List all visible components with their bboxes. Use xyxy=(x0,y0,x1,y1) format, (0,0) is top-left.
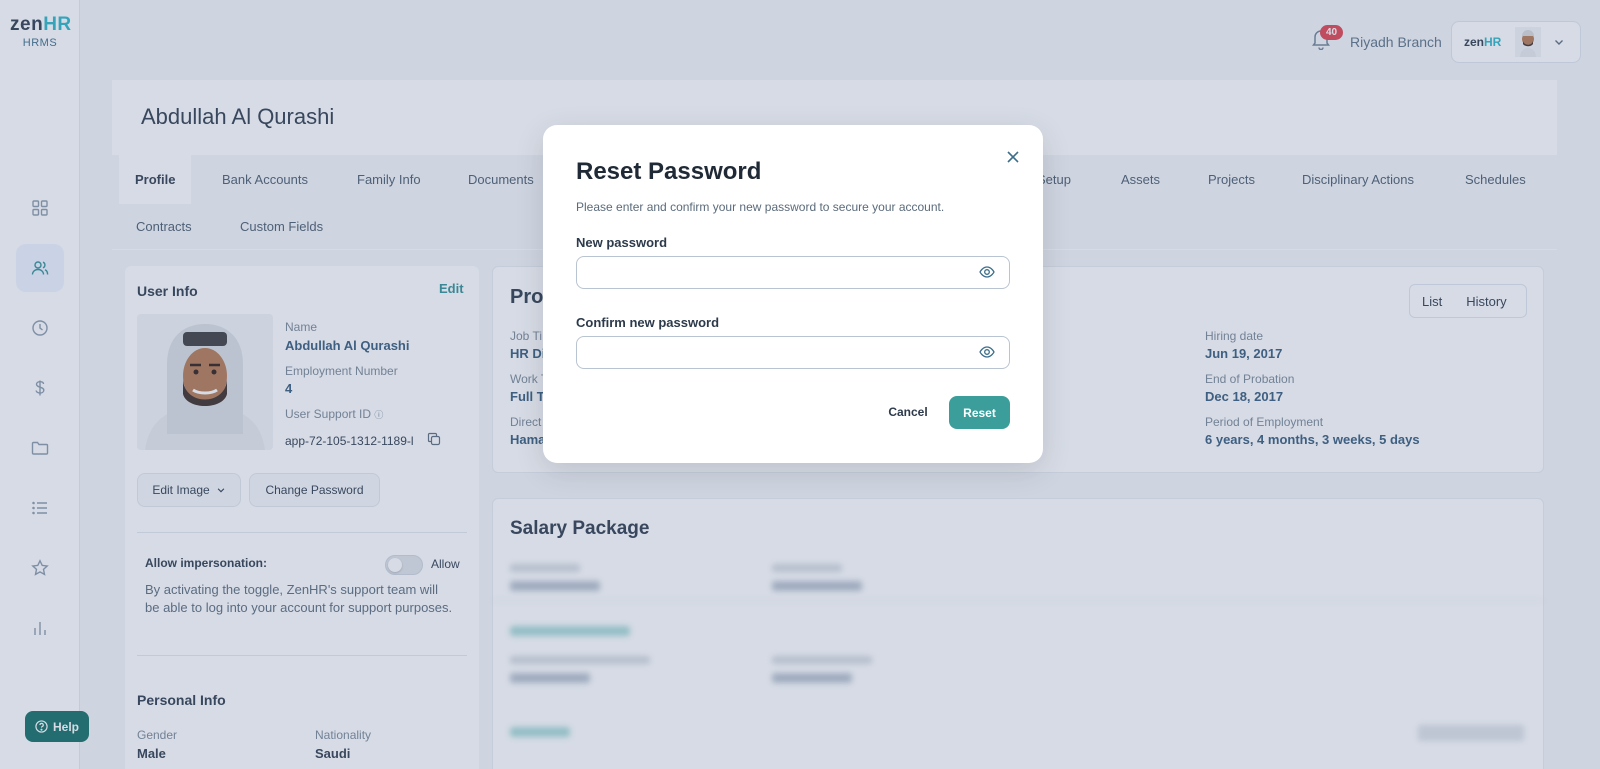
toggle-confirm-password-visibility[interactable] xyxy=(978,343,996,361)
close-icon xyxy=(1007,151,1019,163)
toggle-new-password-visibility[interactable] xyxy=(978,263,996,281)
eye-icon xyxy=(979,266,995,278)
cancel-button[interactable]: Cancel xyxy=(880,397,936,427)
reset-button[interactable]: Reset xyxy=(949,396,1010,429)
eye-icon xyxy=(979,346,995,358)
new-password-label: New password xyxy=(576,235,668,250)
new-password-input[interactable] xyxy=(576,256,1010,289)
dialog-title: Reset Password xyxy=(576,158,762,185)
confirm-password-label: Confirm new password xyxy=(576,315,720,330)
confirm-password-input[interactable] xyxy=(576,336,1010,369)
dialog-description: Please enter and confirm your new passwo… xyxy=(576,200,945,214)
close-dialog-button[interactable] xyxy=(1003,147,1023,167)
